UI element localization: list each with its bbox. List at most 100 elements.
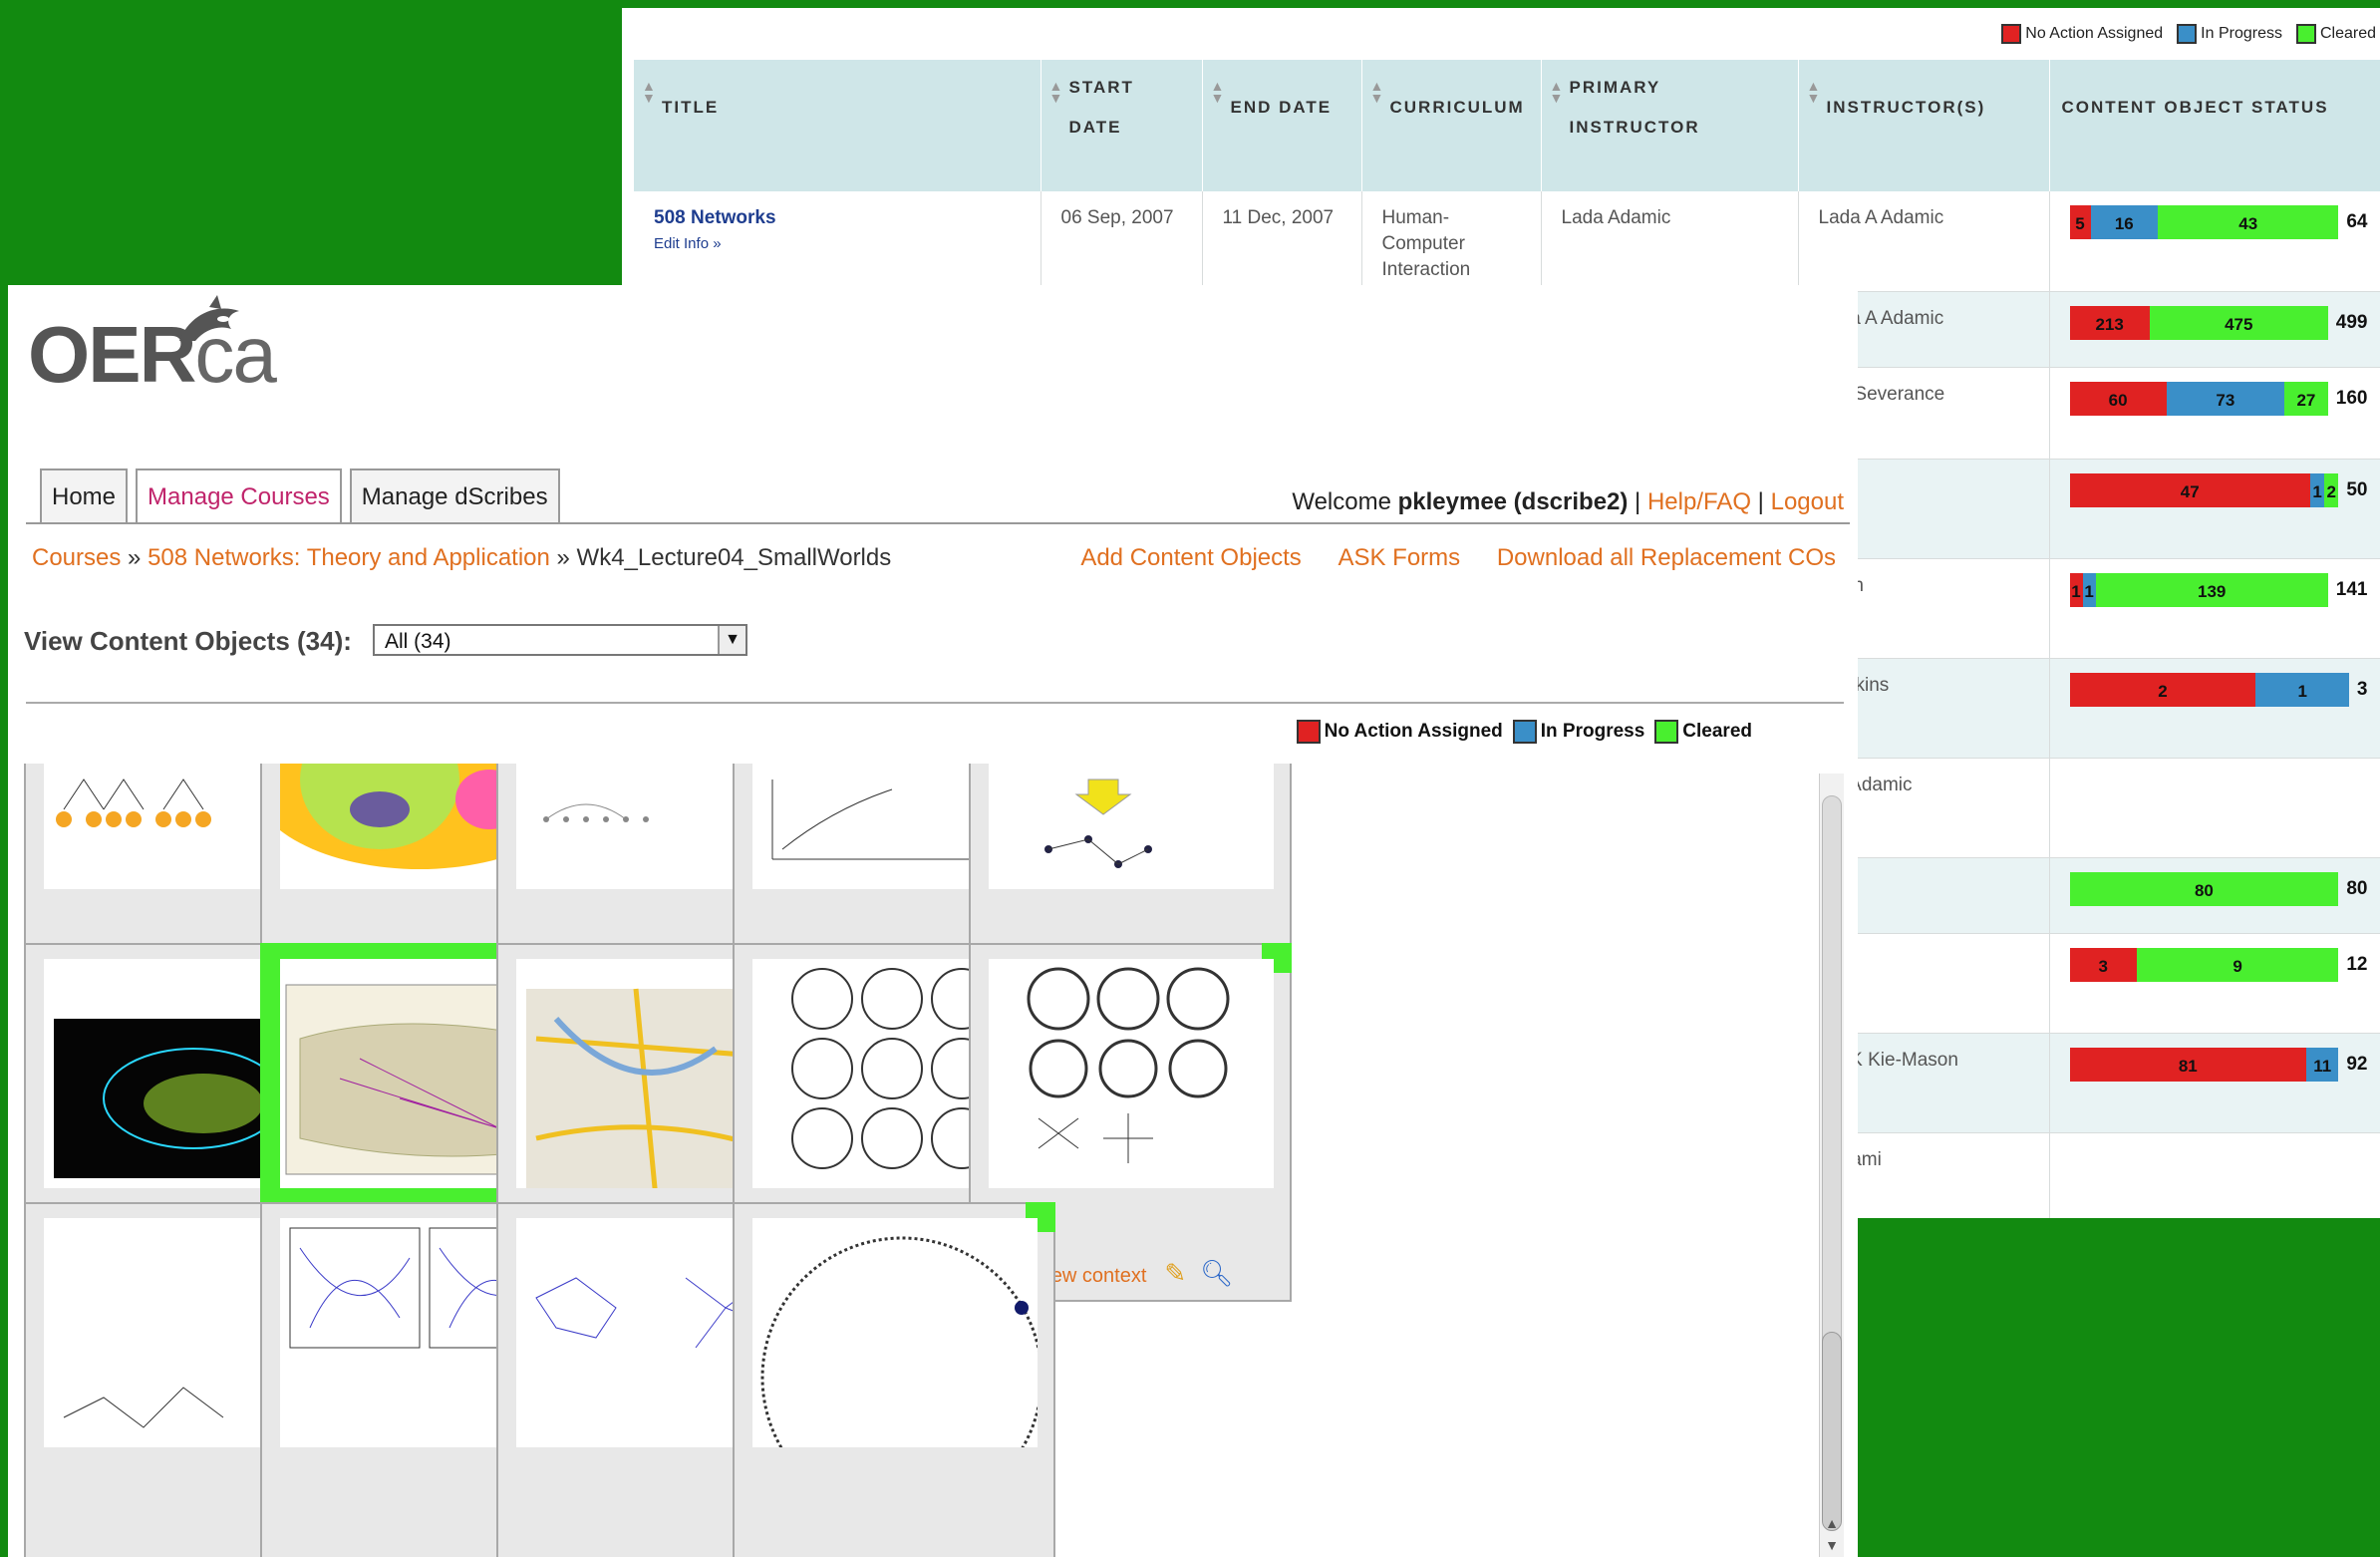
tab-manage-courses[interactable]: Manage Courses (136, 468, 342, 524)
status-bar: 5 16 43 64 (2069, 205, 2368, 239)
status-segment-red: 2 (2069, 672, 2256, 707)
table-cell-instructors: Lada A Adamic (1798, 191, 2050, 292)
status-bar: 213 (2069, 672, 2368, 707)
table-cell-status (2049, 758, 2380, 858)
sort-icon[interactable]: ▲ ▼ (1049, 79, 1065, 105)
status-segment-green: 43 (2158, 205, 2339, 239)
tab-manage-dscribes[interactable]: Manage dScribes (349, 468, 560, 524)
scroll-down-icon[interactable]: ▼ (1820, 1537, 1844, 1553)
legend-label: In Progress (1540, 721, 1645, 742)
content-object-thumbnail[interactable] (989, 959, 1274, 1188)
table-cell-end: 11 Dec, 2007 (1202, 191, 1362, 292)
status-segment-green: 475 (2149, 305, 2328, 340)
action-links: Add Content Objects ASK Forms Download a… (1050, 544, 1836, 572)
edit-info-link[interactable]: Edit Info » (654, 231, 1029, 257)
table-cell-status: 60 73 27 160 (2049, 367, 2380, 460)
col-primary-instructor[interactable]: ▲ ▼ PRIMARY INSTRUCTOR (1541, 60, 1799, 191)
legend-swatch-cleared (1654, 720, 1679, 744)
status-total: 92 (2346, 1053, 2368, 1075)
col-start-date[interactable]: ▲ ▼ START DATE (1041, 60, 1203, 191)
breadcrumb-courses[interactable]: Courses (32, 544, 121, 571)
table-row: 508 Networks Edit Info » 06 Sep, 2007 11 De… (634, 191, 2380, 292)
status-total: 160 (2335, 387, 2368, 409)
status-total: 64 (2346, 211, 2368, 232)
pencil-icon[interactable]: ✎ (1164, 1258, 1186, 1289)
status-bar (2070, 773, 2368, 806)
help-link[interactable]: Help/FAQ (1647, 488, 1751, 515)
status-segment-blue: 11 (2306, 1047, 2339, 1082)
tab-home[interactable]: Home (40, 468, 129, 524)
scrollbar-thumb[interactable] (1822, 1332, 1842, 1531)
status-segment-blue: 1 (2082, 572, 2096, 607)
legend-swatch-no-action (1296, 720, 1321, 744)
breadcrumb: Courses » 508 Networks: Theory and Appli… (32, 544, 892, 571)
dropdown-arrow-icon[interactable]: ▼ (718, 626, 745, 654)
content-object-thumbnail[interactable] (989, 764, 1274, 889)
status-segment-red: 1 (2069, 572, 2083, 607)
orca-icon (179, 295, 239, 341)
col-instructors[interactable]: ▲ ▼ INSTRUCTOR(S) (1798, 60, 2050, 191)
content-object-card[interactable] (733, 1202, 1055, 1557)
download-replacement-link[interactable]: Download all Replacement COs (1497, 544, 1836, 571)
legend-label: In Progress (2201, 25, 2282, 42)
status-segment-red: 5 (2069, 205, 2091, 239)
grid-scrollbar[interactable]: ▲ ▼ (1819, 774, 1844, 1557)
content-object-grid: 30View context✎🔍︎30View context✎🔍︎31View… (8, 764, 1812, 1557)
status-bar: 60 73 27 160 (2069, 381, 2368, 416)
view-filter-value: All (34) (385, 630, 451, 653)
status-bar (2070, 1147, 2368, 1181)
table-cell-title: 508 Networks Edit Info » (634, 191, 1041, 292)
view-filter-select[interactable]: All (34) ▼ (373, 624, 747, 656)
divider (26, 702, 1844, 704)
scroll-up-icon[interactable]: ▲ (1820, 1515, 1844, 1531)
table-cell-status: 213 (2049, 658, 2380, 759)
sort-icon[interactable]: ▲ ▼ (1550, 79, 1566, 105)
status-segment-green: 9 (2136, 947, 2339, 982)
status-total: 3 (2356, 678, 2368, 700)
status-segment-red: 47 (2069, 472, 2311, 507)
status-total: 12 (2346, 953, 2368, 975)
status-total: 499 (2335, 311, 2368, 333)
table-cell-status: 213 475 499 (2049, 291, 2380, 368)
status-segment-red: 213 (2069, 305, 2150, 340)
view-content-objects-label: View Content Objects (34): (24, 626, 352, 656)
legend-label: Cleared (1682, 721, 1752, 742)
sort-icon[interactable]: ▲ ▼ (1211, 79, 1227, 105)
content-object-thumbnail[interactable] (752, 1218, 1038, 1447)
main-tabs: Home Manage Courses Manage dScribes (40, 468, 568, 524)
content-objects-window: OERca Home Manage Courses Manage dScribe… (8, 285, 1858, 1557)
add-content-objects-link[interactable]: Add Content Objects (1080, 544, 1301, 571)
welcome-bar: Welcome pkleymee (dscribe2) | Help/FAQ |… (1292, 488, 1844, 515)
breadcrumb-course[interactable]: 508 Networks: Theory and Application (148, 544, 550, 571)
status-segment-blue: 73 (2166, 381, 2285, 416)
sort-icon[interactable]: ▲ ▼ (1370, 79, 1386, 105)
status-total: 141 (2335, 578, 2368, 600)
col-curriculum[interactable]: ▲ ▼ CURRICULUM (1361, 60, 1542, 191)
table-cell-primary: Lada Adamic (1541, 191, 1799, 292)
legend-swatch-cleared (2295, 24, 2316, 44)
legend-label: No Action Assigned (1324, 721, 1503, 742)
tab-divider (26, 522, 1850, 524)
status-legend: No Action Assigned In Progress Cleared (1287, 720, 1752, 744)
col-end-date[interactable]: ▲ ▼ END DATE (1202, 60, 1362, 191)
status-bar: 3 9 12 (2069, 947, 2368, 982)
status-bar: 47 1 2 50 (2069, 472, 2368, 507)
status-legend: No Action Assigned In Progress Cleared (1987, 24, 2376, 44)
course-title-link[interactable]: 508 Networks (654, 207, 776, 228)
status-total: 50 (2346, 478, 2368, 500)
magnifier-icon[interactable]: 🔍︎ (1200, 1258, 1233, 1289)
status-segment-green: 139 (2095, 572, 2328, 607)
ask-forms-link[interactable]: ASK Forms (1338, 544, 1460, 571)
col-title[interactable]: ▲ ▼ TITLE (634, 60, 1041, 191)
table-cell-start: 06 Sep, 2007 (1041, 191, 1203, 292)
status-segment-blue: 1 (2310, 472, 2325, 507)
status-bar: 81 11 92 (2069, 1047, 2368, 1082)
status-total: 80 (2346, 877, 2368, 899)
breadcrumb-lecture: Wk4_Lecture04_SmallWorlds (576, 544, 892, 571)
sort-icon[interactable]: ▲ ▼ (1807, 79, 1823, 105)
logout-link[interactable]: Logout (1771, 488, 1844, 515)
oerca-logo: OERca (28, 295, 277, 401)
sort-icon[interactable]: ▲ ▼ (642, 79, 658, 105)
col-status: CONTENT OBJECT STATUS (2049, 60, 2380, 191)
table-cell-status: 80 80 (2049, 857, 2380, 934)
